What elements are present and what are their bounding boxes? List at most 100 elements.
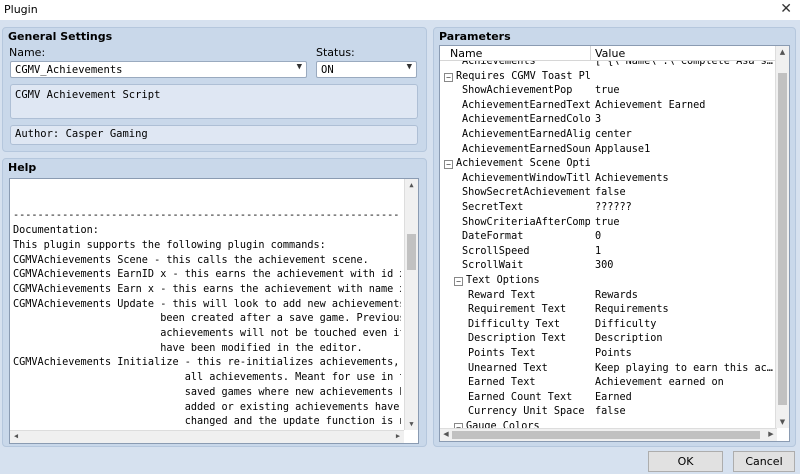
- parameters-table[interactable]: Name Value Achievements ["{\"Name\":\"Com…: [439, 45, 790, 442]
- status-label: Status:: [316, 46, 355, 59]
- param-name: ScrollWait: [462, 260, 524, 272]
- column-divider[interactable]: [590, 46, 591, 61]
- param-value[interactable]: 1: [595, 245, 777, 260]
- param-value[interactable]: Description: [595, 332, 777, 347]
- param-name: Requirement Text: [468, 304, 567, 316]
- table-row[interactable]: DateFormat 0: [440, 230, 777, 245]
- description-text: CGMV Achievement Script: [15, 89, 161, 101]
- table-row[interactable]: Unearned Text Keep playing to earn this a…: [440, 362, 777, 377]
- table-row[interactable]: SecretText??????: [440, 201, 777, 216]
- params-horizontal-scrollbar[interactable]: ◀ ▶: [440, 428, 777, 441]
- param-value[interactable]: 3: [595, 113, 777, 128]
- column-header-value[interactable]: Value: [595, 47, 625, 60]
- table-row[interactable]: Requirement Text Requirements: [440, 303, 777, 318]
- param-value[interactable]: Difficulty: [595, 318, 777, 333]
- table-row[interactable]: Points Text Points: [440, 347, 777, 362]
- scroll-right-icon[interactable]: ▶: [392, 431, 404, 443]
- param-value[interactable]: Keep playing to earn this achievem…: [595, 362, 777, 377]
- name-select[interactable]: CGMV_Achievements ▼: [10, 61, 307, 78]
- param-value[interactable]: Achievements: [595, 172, 777, 187]
- scroll-down-icon[interactable]: ▼: [776, 416, 789, 428]
- param-value[interactable]: Points: [595, 347, 777, 362]
- scroll-thumb[interactable]: [407, 234, 416, 270]
- param-value[interactable]: ["{\"Name\":\"Complete Asa's Train: [595, 61, 777, 70]
- param-name: Points Text: [468, 348, 536, 359]
- param-name: Reward Text: [468, 289, 536, 301]
- table-row[interactable]: Description Text Description: [440, 332, 777, 347]
- help-text: ----------------------------------------…: [13, 210, 401, 442]
- param-name: AchievementWindowTitle: [462, 172, 590, 184]
- param-value[interactable]: true: [595, 216, 777, 231]
- scroll-up-icon[interactable]: ▲: [776, 46, 789, 58]
- param-value[interactable]: Requirements: [595, 303, 777, 318]
- param-name: DateFormat: [462, 231, 524, 243]
- cancel-button[interactable]: Cancel: [733, 451, 795, 472]
- param-name: Description Text: [468, 333, 567, 345]
- table-row[interactable]: Achievements ["{\"Name\":\"Complete Asa's…: [440, 61, 777, 70]
- help-horizontal-scrollbar[interactable]: ◀ ▶: [10, 430, 404, 443]
- param-value[interactable]: Rewards: [595, 289, 777, 304]
- param-name: Earned Text: [468, 377, 536, 389]
- params-vertical-scrollbar[interactable]: ▲ ▼: [775, 46, 789, 428]
- name-label: Name:: [9, 46, 46, 59]
- table-row[interactable]: Reward Text Rewards: [440, 289, 777, 304]
- tree-group-row[interactable]: −Requires CGMV Toast Plugin: [440, 70, 777, 85]
- scroll-down-icon[interactable]: ▼: [405, 418, 418, 430]
- table-row[interactable]: Earned Count Text Earned: [440, 391, 777, 406]
- table-row[interactable]: ShowCriteriaAfterComple… true: [440, 216, 777, 231]
- scroll-left-icon[interactable]: ◀: [440, 429, 452, 441]
- title-bar: Plugin ✕: [0, 0, 800, 20]
- param-value[interactable]: ??????: [595, 201, 777, 216]
- table-row[interactable]: Earned Text Achievement earned on: [440, 376, 777, 391]
- param-value[interactable]: false: [595, 186, 777, 201]
- table-row[interactable]: AchievementEarnedColor 3: [440, 113, 777, 128]
- name-select-value: CGMV_Achievements: [15, 64, 123, 76]
- description-field[interactable]: CGMV Achievement Script: [10, 84, 418, 119]
- help-textarea[interactable]: ----------------------------------------…: [9, 178, 419, 444]
- table-row[interactable]: ScrollWait 300: [440, 259, 777, 274]
- param-name: AchievementEarnedSound: [462, 143, 590, 155]
- table-row[interactable]: AchievementEarnedSound Applause1: [440, 143, 777, 158]
- table-header: Name Value: [440, 46, 777, 61]
- column-header-name[interactable]: Name: [450, 47, 482, 60]
- table-row[interactable]: Currency Unit Space false: [440, 405, 777, 420]
- param-value[interactable]: Applause1: [595, 143, 777, 158]
- table-row[interactable]: AchievementEarnedAlignm… center: [440, 128, 777, 143]
- help-vertical-scrollbar[interactable]: ▲ ▼: [404, 179, 418, 430]
- scroll-thumb[interactable]: [778, 73, 787, 405]
- window-title: Plugin: [4, 3, 38, 16]
- tree-group-row[interactable]: −Achievement Scene Options: [440, 157, 777, 172]
- group-label: Text Options: [466, 275, 540, 286]
- table-row[interactable]: AchievementEarnedText Achievement Earned: [440, 99, 777, 114]
- table-row[interactable]: ShowAchievementPop true: [440, 84, 777, 99]
- general-settings-title: General Settings: [8, 30, 113, 43]
- param-name: Unearned Text: [468, 362, 548, 374]
- param-name: Earned Count Text: [468, 391, 573, 403]
- table-row[interactable]: Difficulty Text Difficulty: [440, 318, 777, 333]
- scroll-up-icon[interactable]: ▲: [405, 179, 418, 191]
- status-select-value: ON: [321, 64, 334, 76]
- param-value[interactable]: false: [595, 405, 777, 420]
- status-select[interactable]: ON ▼: [316, 61, 417, 78]
- param-name: Achievements: [462, 61, 536, 67]
- scroll-right-icon[interactable]: ▶: [765, 429, 777, 441]
- scroll-thumb[interactable]: [452, 431, 760, 439]
- author-field: Author: Casper Gaming: [10, 125, 418, 145]
- param-value[interactable]: center: [595, 128, 777, 143]
- tree-group-row[interactable]: − Text Options: [440, 274, 777, 289]
- ok-button[interactable]: OK: [648, 451, 723, 472]
- param-name: ShowAchievementPop: [462, 85, 573, 97]
- param-value[interactable]: Earned: [595, 391, 777, 406]
- param-value[interactable]: true: [595, 84, 777, 99]
- param-name: AchievementEarnedAlignm…: [462, 129, 590, 140]
- table-row[interactable]: AchievementWindowTitle Achievements: [440, 172, 777, 187]
- close-icon[interactable]: ✕: [780, 1, 792, 17]
- param-value[interactable]: Achievement Earned: [595, 99, 777, 114]
- table-row[interactable]: ShowSecretAchievements false: [440, 186, 777, 201]
- param-value[interactable]: Achievement earned on: [595, 376, 777, 391]
- scroll-left-icon[interactable]: ◀: [10, 431, 22, 443]
- group-label: Achievement Scene Options: [456, 158, 590, 170]
- param-value[interactable]: 300: [595, 259, 777, 274]
- param-value[interactable]: 0: [595, 230, 777, 245]
- table-row[interactable]: ScrollSpeed 1: [440, 245, 777, 260]
